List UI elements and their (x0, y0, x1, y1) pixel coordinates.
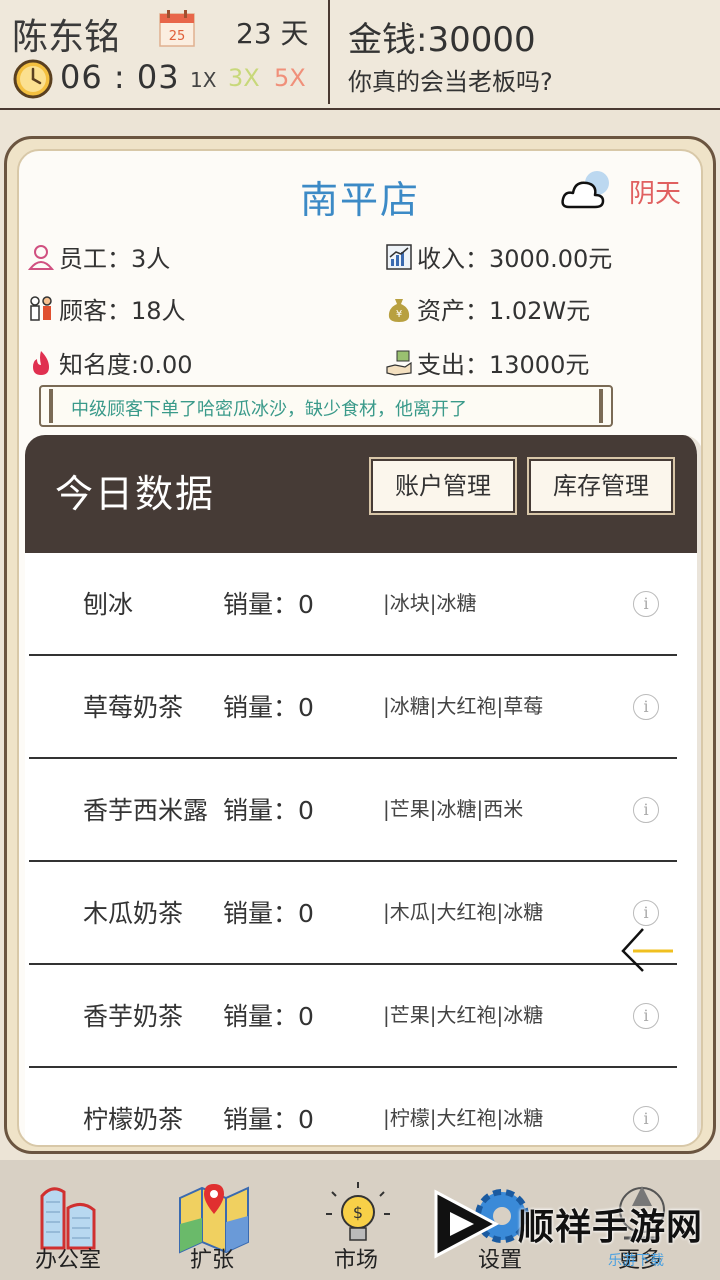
weather-label: 阴天 (629, 179, 682, 209)
store-card: 南平店 阴天 员工：3人 顾客：18人 知名度:0.00 收入：3000.00元… (17, 149, 703, 1147)
product-name: 刨冰 (83, 590, 134, 619)
product-name: 柠檬奶茶 (83, 1105, 184, 1134)
watermark-logo-icon (434, 1189, 500, 1259)
product-name: 木瓜奶茶 (83, 899, 184, 928)
product-ingredients: |芒果|大红袍|冰糖 (383, 1003, 544, 1027)
info-icon[interactable]: i (633, 797, 659, 823)
hand-money-icon (386, 350, 412, 376)
product-sales: 销量：0 (223, 899, 314, 928)
product-list: 刨冰 销量：0 |冰块|冰糖 i 草莓奶茶 销量：0 |冰糖|大红袍|草莓 i … (25, 553, 697, 1145)
top-status-bar: 陈东铭 25 23 天 06 : 03 1X 3X 5X 金钱:30000 你真… (0, 0, 720, 110)
store-card-frame: 南平店 阴天 员工：3人 顾客：18人 知名度:0.00 收入：3000.00元… (4, 136, 716, 1154)
info-icon[interactable]: i (633, 1106, 659, 1132)
fame-text: 知名度:0.00 (59, 351, 193, 379)
watermark-subtext: 乐游下载 (608, 1253, 664, 1269)
clock-icon (13, 59, 53, 99)
speed-1x-button[interactable]: 1X (190, 68, 216, 92)
money-display: 金钱:30000 (348, 20, 536, 60)
customers-stat: 顾客：18人 (27, 291, 186, 326)
bottom-navigation: 办公室 扩张 $ 市场 设置 更多 顺祥手游网 乐游下载 (0, 1160, 720, 1280)
money-bag-icon: ¥ (388, 298, 410, 322)
inventory-management-button[interactable]: 库存管理 (527, 457, 675, 515)
info-icon[interactable]: i (633, 900, 659, 926)
product-sales: 销量：0 (223, 590, 314, 619)
svg-text:$: $ (353, 1203, 363, 1222)
info-icon[interactable]: i (633, 1003, 659, 1029)
collapse-arrow-icon[interactable] (619, 925, 679, 975)
product-ingredients: |木瓜|大红袍|冰糖 (383, 900, 544, 924)
customers-icon (30, 295, 52, 321)
header-divider (328, 0, 330, 104)
product-row: 香芋西米露 销量：0 |芒果|冰糖|西米 i (29, 759, 677, 862)
game-time: 06 : 03 (60, 58, 180, 96)
product-name: 香芋西米露 (83, 796, 209, 825)
product-sales: 销量：0 (223, 1002, 314, 1031)
nav-expand-label: 扩张 (189, 1248, 234, 1273)
person-icon (27, 244, 55, 270)
product-sales: 销量：0 (223, 796, 314, 825)
product-sales: 销量：0 (223, 693, 314, 722)
nav-expand[interactable]: 扩张 (152, 1160, 272, 1280)
product-row: 刨冰 销量：0 |冰块|冰糖 i (29, 553, 677, 656)
nav-office-label: 办公室 (34, 1248, 101, 1273)
info-icon[interactable]: i (633, 694, 659, 720)
player-name: 陈东铭 (12, 17, 121, 58)
customers-text: 顾客：18人 (59, 297, 186, 325)
calendar-icon: 25 (159, 10, 195, 47)
product-row: 柠檬奶茶 销量：0 |柠檬|大红袍|冰糖 i (29, 1068, 677, 1145)
today-data-title: 今日数据 (55, 472, 216, 516)
product-row: 香芋奶茶 销量：0 |芒果|大红袍|冰糖 i (29, 965, 677, 1068)
product-ingredients: |柠檬|大红袍|冰糖 (383, 1106, 544, 1130)
product-ingredients: |冰糖|大红袍|草莓 (383, 694, 544, 718)
day-counter: 23 天 (236, 17, 309, 50)
svg-text:¥: ¥ (396, 309, 402, 320)
assets-text: 资产：1.02W元 (417, 297, 591, 325)
product-ingredients: |芒果|冰糖|西米 (383, 797, 524, 821)
account-management-button[interactable]: 账户管理 (369, 457, 517, 515)
speed-5x-button[interactable]: 5X (274, 64, 306, 92)
nav-office[interactable]: 办公室 (8, 1160, 128, 1280)
product-ingredients: |冰块|冰糖 (383, 591, 477, 615)
event-message: 中级顾客下单了哈密瓜冰沙，缺少食材，他离开了 (39, 385, 613, 427)
site-watermark: 顺祥手游网 乐游下载 (422, 1172, 720, 1272)
today-data-header: 今日数据 账户管理 库存管理 (25, 435, 697, 553)
product-sales: 销量：0 (223, 1105, 314, 1134)
expense-text: 支出：13000元 (417, 351, 590, 379)
watermark-text: 顺祥手游网 (518, 1207, 704, 1248)
today-data-panel: 今日数据 账户管理 库存管理 刨冰 销量：0 |冰块|冰糖 i 草莓奶茶 销量：… (25, 435, 701, 1145)
flame-icon (33, 350, 49, 375)
chart-icon (386, 243, 412, 270)
product-row: 木瓜奶茶 销量：0 |木瓜|大红袍|冰糖 i (29, 862, 677, 965)
product-name: 香芋奶茶 (83, 1002, 184, 1031)
info-icon[interactable]: i (633, 591, 659, 617)
income-text: 收入：3000.00元 (417, 245, 613, 273)
slogan-text: 你真的会当老板吗? (348, 68, 553, 96)
product-name: 草莓奶茶 (83, 693, 184, 722)
employees-text: 员工：3人 (59, 245, 171, 273)
fame-stat: 知名度:0.00 (27, 345, 193, 380)
cloudy-weather-icon (561, 171, 609, 209)
product-row: 草莓奶茶 销量：0 |冰糖|大红袍|草莓 i (29, 656, 677, 759)
speed-3x-button[interactable]: 3X (228, 64, 260, 92)
employees-stat: 员工：3人 (27, 239, 170, 274)
expense-stat: 支出：13000元 (385, 345, 589, 380)
nav-market-label: 市场 (333, 1248, 378, 1273)
income-stat: 收入：3000.00元 (385, 239, 612, 274)
svg-text:25: 25 (169, 29, 186, 44)
assets-stat: ¥ 资产：1.02W元 (385, 291, 590, 326)
nav-market[interactable]: $ 市场 (296, 1160, 416, 1280)
